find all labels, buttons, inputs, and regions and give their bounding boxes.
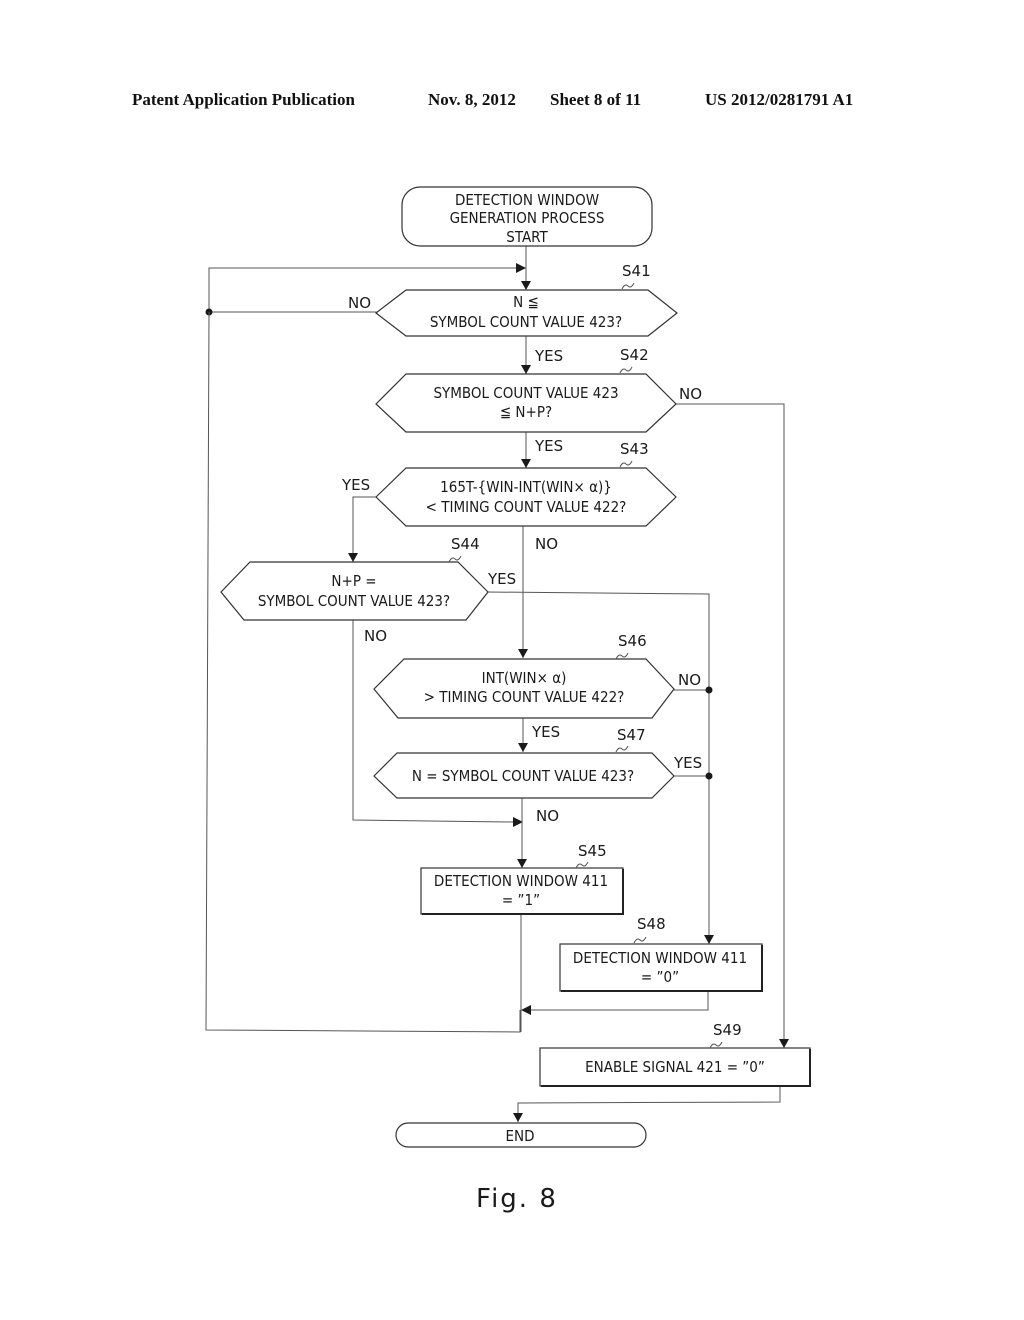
start-terminal: DETECTION WINDOW GENERATION PROCESS STAR… (401, 186, 653, 247)
arrow-s43-in (521, 459, 531, 468)
label-s42-no: NO (679, 385, 702, 403)
decision-s46: INT(WIN× α) > TIMING COUNT VALUE 422? S4… (373, 632, 675, 719)
arrow-s45-in (517, 859, 527, 868)
s43-line-1: 165T-{WIN-INT(WIN× α)} (440, 478, 612, 496)
arrow-s49-in (779, 1039, 789, 1048)
s44-step-id: S44 (451, 535, 480, 553)
s43-line-2: < TIMING COUNT VALUE 422? (426, 498, 627, 516)
label-s46-yes: YES (531, 723, 560, 741)
flowchart: DETECTION WINDOW GENERATION PROCESS STAR… (205, 186, 811, 1214)
label-s41-no: NO (348, 294, 371, 312)
leader-tilde (619, 366, 633, 374)
start-line-1: DETECTION WINDOW (455, 191, 599, 209)
leader-tilde (619, 460, 633, 468)
end-label: END (505, 1127, 534, 1145)
arrow-s48-join (521, 1005, 531, 1015)
label-s41-yes: YES (534, 347, 563, 365)
s41-step-id: S41 (622, 262, 651, 280)
s48-line-2: = ”0” (641, 968, 679, 986)
junction-dot (705, 686, 713, 694)
decision-s44: N+P = SYMBOL COUNT VALUE 423? S44 (220, 535, 489, 621)
s45-line-1: DETECTION WINDOW 411 (434, 872, 608, 890)
s44-line-1: N+P = (331, 572, 376, 590)
start-line-2: GENERATION PROCESS (450, 209, 605, 227)
label-s43-no: NO (535, 535, 558, 553)
s42-line-2: ≦ N+P? (500, 403, 552, 421)
figure-caption: Fig. 8 (476, 1184, 558, 1214)
s41-line-2: SYMBOL COUNT VALUE 423? (430, 313, 622, 331)
s45-line-2: = ”1” (502, 891, 540, 909)
arrow-s48-in (704, 935, 714, 944)
arrow-s44-in (348, 553, 358, 562)
s46-line-1: INT(WIN× α) (482, 669, 567, 687)
leader-tilde (615, 745, 629, 753)
edge-s43-yes (352, 496, 376, 562)
s47-step-id: S47 (617, 726, 646, 744)
arrow-s41-in (521, 281, 531, 290)
leader-tilde (575, 861, 589, 869)
arrow-s46-in (518, 649, 528, 658)
s42-step-id: S42 (620, 346, 649, 364)
edge-s49-out (517, 1087, 781, 1122)
leader-tilde (621, 282, 635, 290)
arrow-s42-in (521, 365, 531, 374)
edge-s48-out (529, 992, 709, 1011)
s42-line-1: SYMBOL COUNT VALUE 423 (433, 384, 618, 402)
label-s47-no: NO (536, 807, 559, 825)
label-s47-yes: YES (673, 754, 702, 772)
end-terminal: END (395, 1122, 647, 1148)
s47-line-1: N = SYMBOL COUNT VALUE 423? (412, 767, 634, 785)
leader-tilde (448, 555, 462, 563)
label-s44-no: NO (364, 627, 387, 645)
label-s46-no: NO (678, 671, 701, 689)
s49-step-id: S49 (713, 1021, 742, 1039)
decision-s47: N = SYMBOL COUNT VALUE 423? S47 (373, 726, 675, 799)
junction-dot (705, 772, 713, 780)
leader-tilde (709, 1041, 723, 1049)
arrow-loop-top (516, 263, 526, 273)
arrow-s47-in (518, 743, 528, 752)
s43-step-id: S43 (620, 440, 649, 458)
s48-line-1: DETECTION WINDOW 411 (573, 949, 747, 967)
leader-tilde (633, 936, 647, 944)
label-s44-yes: YES (487, 570, 516, 588)
s45-step-id: S45 (578, 842, 607, 860)
s44-line-2: SYMBOL COUNT VALUE 423? (258, 592, 450, 610)
s46-step-id: S46 (618, 632, 647, 650)
s41-line-1: N ≦ (513, 293, 539, 311)
process-s49: ENABLE SIGNAL 421 = ”0” S49 (539, 1021, 811, 1087)
s49-line-1: ENABLE SIGNAL 421 = ”0” (585, 1058, 765, 1076)
s46-line-2: > TIMING COUNT VALUE 422? (424, 688, 625, 706)
label-s43-yes: YES (341, 476, 370, 494)
s48-step-id: S48 (637, 915, 666, 933)
start-line-3: START (506, 228, 548, 246)
leader-tilde (615, 652, 629, 660)
arrow-end-in (513, 1113, 523, 1122)
process-s48: DETECTION WINDOW 411 = ”0” S48 (559, 915, 763, 992)
label-s42-yes: YES (534, 437, 563, 455)
